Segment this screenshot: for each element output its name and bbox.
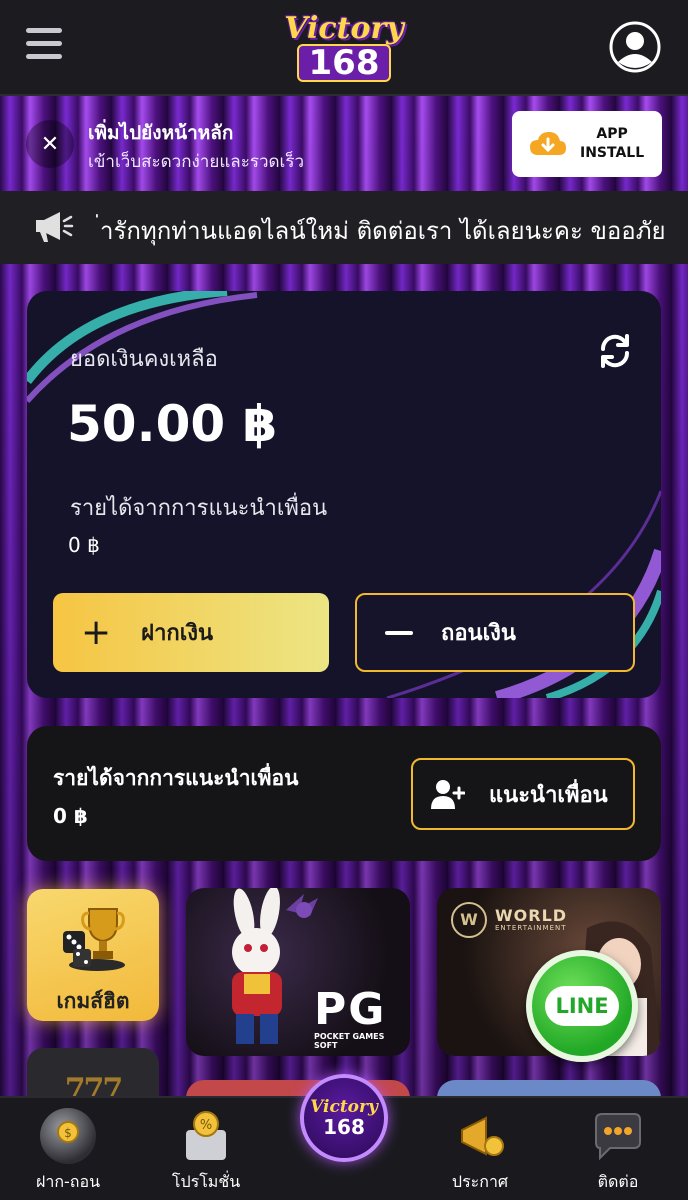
deposit-label: ฝากเงิน — [141, 621, 214, 646]
referral-card: รายได้จากการแนะนำเพื่อน 0 ฿ แนะนำเพื่อน — [27, 726, 661, 861]
balance-card: ยอดเงินคงเหลือ 50.00 ฿ รายได้จากการแนะนำ… — [27, 291, 661, 698]
pg-subtitle: POCKET GAMES SOFT — [314, 1032, 385, 1050]
plus-icon: + — [81, 611, 112, 653]
withdraw-label: ถอนเงิน — [441, 621, 516, 646]
pg-logo-text: PG — [314, 984, 387, 1035]
deposit-button[interactable]: + ฝากเงิน — [53, 593, 329, 672]
app-install-line1: APP — [596, 126, 628, 142]
logo-text-top: Victory — [284, 11, 404, 46]
cloud-download-icon — [530, 132, 566, 155]
banner-title: เพิ่มไปยังหน้าหลัก — [88, 122, 234, 144]
nav-contact[interactable]: ติดต่อ — [558, 1098, 678, 1200]
nav-home-logo-button[interactable]: Victory 168 — [300, 1074, 388, 1162]
announcement-text: ่ารักทุกท่านแอดไลน์ใหม่ ติดต่อเรา ได้เลย… — [100, 217, 666, 245]
nav-announcement-label: ประกาศ — [451, 1172, 509, 1191]
referral-card-title: รายได้จากการแนะนำเพื่อน — [53, 766, 299, 790]
category-hot-label: เกมส์ฮิต — [56, 989, 130, 1013]
nav-contact-label: ติดต่อ — [597, 1172, 639, 1191]
refresh-icon[interactable] — [595, 331, 635, 371]
megaphone-gold-icon — [452, 1108, 508, 1164]
nav-promotion-label: โปรโมชั่น — [171, 1172, 241, 1191]
nav-deposit-withdraw[interactable]: $ ฝาก-ถอน — [8, 1098, 128, 1200]
promotion-gift-icon: % — [178, 1108, 234, 1164]
line-chat-button[interactable]: LINE — [526, 950, 638, 1062]
chat-bubble-icon — [590, 1108, 646, 1164]
app-install-button[interactable]: APP INSTALL — [512, 111, 662, 177]
withdraw-button[interactable]: ถอนเงิน — [355, 593, 635, 672]
add-user-icon — [431, 780, 465, 809]
invite-friend-button[interactable]: แนะนำเพื่อน — [411, 758, 635, 830]
balance-label: ยอดเงินคงเหลือ — [70, 347, 218, 372]
announcement-bar: ่ารักทุกท่านแอดไลน์ใหม่ ติดต่อเรา ได้เลย… — [0, 191, 688, 264]
svg-text:$: $ — [64, 1126, 72, 1140]
game-tile-pg[interactable]: PG POCKET GAMES SOFT — [186, 888, 410, 1056]
coin-vortex-icon: $ — [40, 1108, 96, 1164]
category-hot-games[interactable]: เกมส์ฮิต — [27, 889, 159, 1021]
nav-center-logo-bottom: 168 — [323, 1115, 365, 1139]
logo-text-bottom: 168 — [296, 44, 392, 82]
banner-subtitle: เข้าเว็บสะดวกง่ายและรวดเร็ว — [88, 152, 305, 172]
nav-announcement[interactable]: ประกาศ — [420, 1098, 540, 1200]
line-label: LINE — [545, 986, 619, 1026]
minus-icon — [385, 630, 413, 635]
invite-friend-label: แนะนำเพื่อน — [489, 782, 608, 808]
site-logo[interactable]: Victory 168 — [276, 8, 412, 88]
megaphone-icon — [34, 209, 74, 245]
trophy-dice-icon — [63, 908, 125, 971]
app-install-line2: INSTALL — [580, 145, 645, 161]
referral-card-amount: 0 ฿ — [53, 804, 88, 828]
referral-income-amount: 0 ฿ — [68, 533, 100, 557]
nav-deposit-withdraw-label: ฝาก-ถอน — [35, 1172, 101, 1191]
user-profile-icon[interactable] — [608, 20, 662, 74]
nav-promotion[interactable]: % โปรโมชั่น — [146, 1098, 266, 1200]
menu-icon[interactable] — [26, 28, 62, 62]
svg-text:%: % — [200, 1118, 212, 1133]
balance-amount: 50.00 ฿ — [67, 395, 278, 453]
top-header: Victory 168 — [0, 0, 688, 96]
nav-center-logo-top: Victory — [310, 1097, 378, 1117]
close-banner-button[interactable]: ✕ — [26, 120, 74, 168]
referral-income-label: รายได้จากการแนะนำเพื่อน — [70, 496, 328, 521]
